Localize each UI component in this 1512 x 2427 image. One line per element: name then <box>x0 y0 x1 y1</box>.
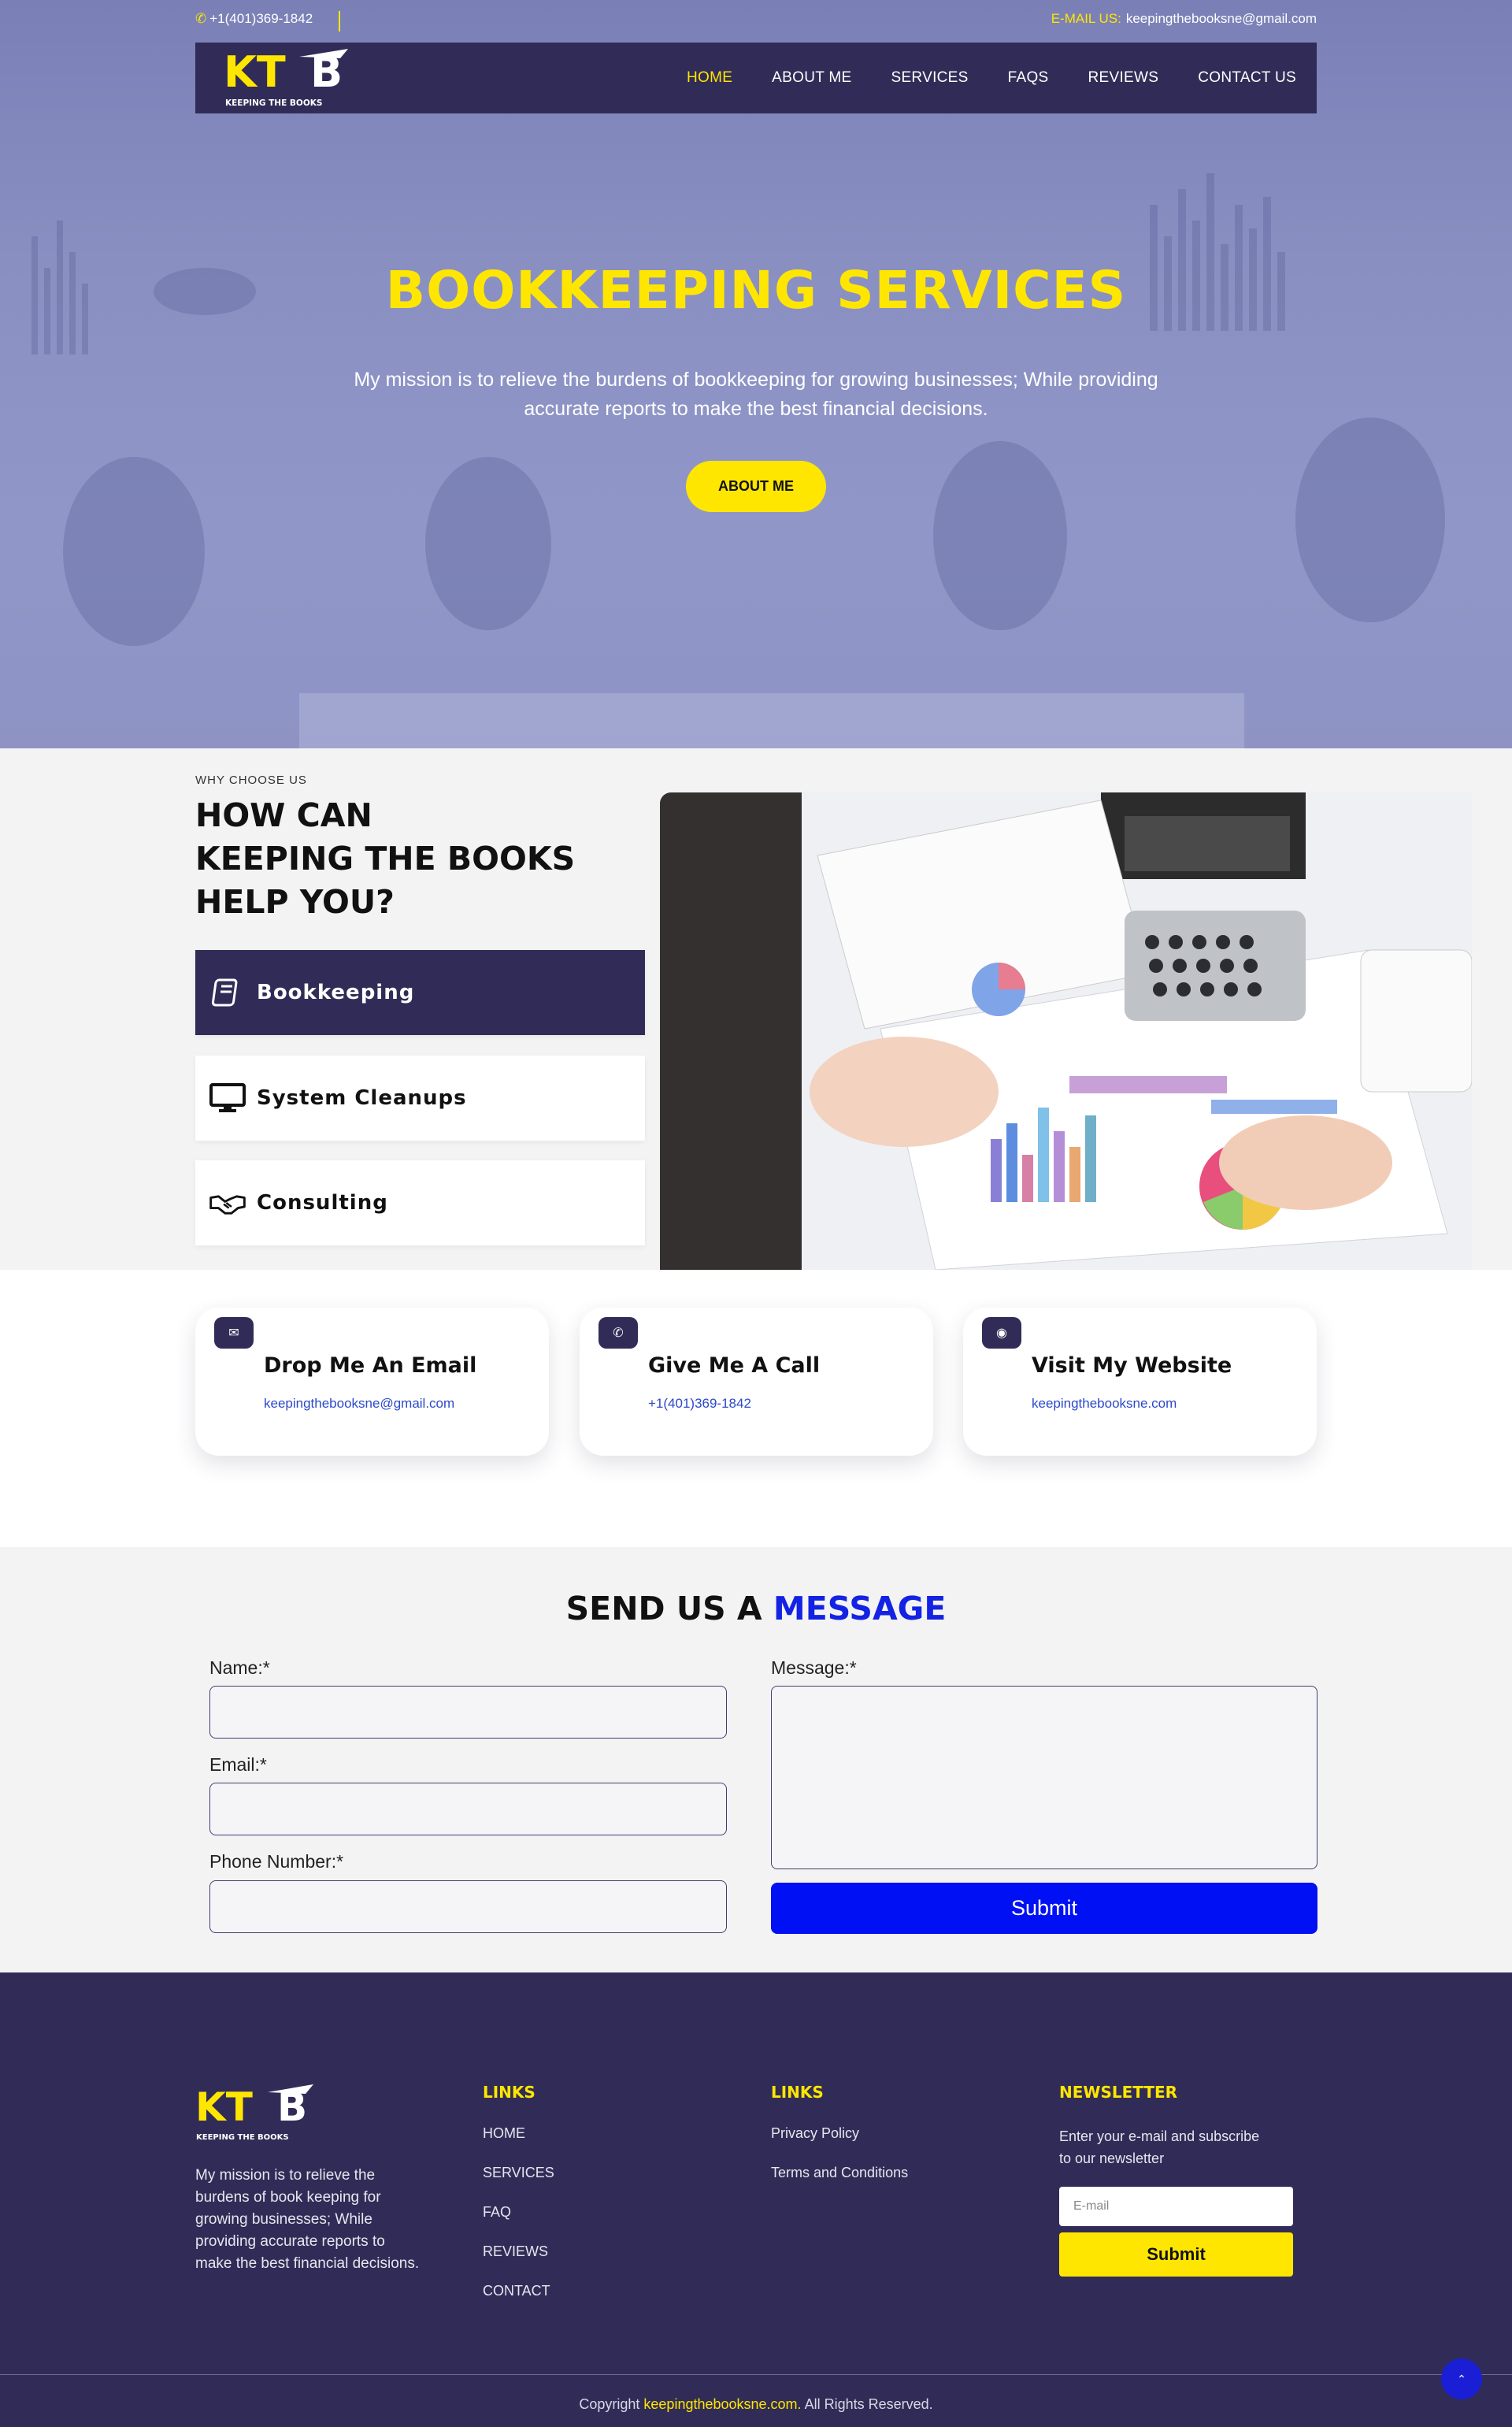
svg-text:KT: KT <box>224 47 286 97</box>
message-textarea[interactable] <box>771 1686 1317 1869</box>
site-logo[interactable]: KT B KEEPING THE BOOKS <box>222 47 356 110</box>
main-navbar: KT B KEEPING THE BOOKS HOME ABOUT ME SER… <box>195 43 1317 113</box>
book-icon <box>209 974 246 1011</box>
scroll-to-top-button[interactable]: ⌃ <box>1441 2358 1482 2399</box>
message-form-section: SEND US A MESSAGE Name:* Email:* Phone N… <box>0 1547 1512 1972</box>
why-title-line3: HELP YOU? <box>195 883 395 921</box>
phone-label: Phone Number:* <box>209 1851 344 1872</box>
topbar-email[interactable]: E-MAIL US: keepingthebooksne@gmail.com <box>1051 11 1317 27</box>
email-card[interactable]: ✉ Drop Me An Email keepingthebooksne@gma… <box>195 1308 549 1456</box>
footer-link-contact[interactable]: CONTACT <box>483 2283 554 2299</box>
email-input[interactable] <box>209 1783 727 1835</box>
phone-card[interactable]: ✆ Give Me A Call +1(401)369-1842 <box>580 1308 933 1456</box>
email-link[interactable]: keepingthebooksne@gmail.com <box>264 1396 454 1412</box>
nav-home[interactable]: HOME <box>687 69 732 87</box>
footer-links-title: LINKS <box>483 2083 536 2102</box>
handshake-icon <box>209 1185 246 1221</box>
footer-divider <box>0 2374 1512 2375</box>
footer-link-terms[interactable]: Terms and Conditions <box>771 2165 908 2181</box>
newsletter-text: Enter your e-mail and subscribe to our n… <box>1059 2128 1260 2166</box>
copyright-site-link[interactable]: keepingthebooksne.com. <box>643 2396 801 2412</box>
newsletter-title: NEWSLETTER <box>1059 2083 1178 2102</box>
copyright-prefix: Copyright <box>579 2396 640 2412</box>
monitor-icon <box>209 1080 246 1116</box>
service-tab-bookkeeping[interactable]: Bookkeeping <box>195 950 645 1035</box>
website-card[interactable]: ◉ Visit My Website keepingthebooksne.com <box>963 1308 1317 1456</box>
service-tab-system-cleanups[interactable]: System Cleanups <box>195 1056 645 1141</box>
site-footer: KT B KEEPING THE BOOKS My mission is to … <box>0 1972 1512 2427</box>
topbar-phone-text: +1(401)369-1842 <box>209 11 313 26</box>
hero-title: BOOKKEEPING SERVICES <box>385 260 1127 321</box>
form-title-highlight: MESSAGE <box>773 1590 947 1627</box>
footer-about: My mission is to relieve the burdens of … <box>195 2167 420 2272</box>
svg-text:KT: KT <box>195 2084 253 2130</box>
phone-link[interactable]: +1(401)369-1842 <box>648 1396 751 1412</box>
website-link[interactable]: keepingthebooksne.com <box>1032 1396 1177 1412</box>
phone-icon: ✆ <box>598 1317 638 1349</box>
hero-subtitle: My mission is to relieve the burdens of … <box>354 369 1158 420</box>
why-choose-us-section: WHY CHOOSE US HOW CAN KEEPING THE BOOKS … <box>0 748 1512 1270</box>
copyright: Copyright keepingthebooksne.com. All Rig… <box>0 2396 1512 2413</box>
nav-services[interactable]: SERVICES <box>891 69 968 87</box>
globe-icon: ◉ <box>982 1317 1021 1349</box>
footer-link-home[interactable]: HOME <box>483 2125 554 2142</box>
message-label: Message:* <box>771 1657 857 1678</box>
topbar-phone[interactable]: ✆ +1(401)369-1842 <box>195 11 313 27</box>
card-title: Visit My Website <box>1032 1353 1232 1378</box>
nav-menu: HOME ABOUT ME SERVICES FAQS REVIEWS CONT… <box>687 43 1296 113</box>
logo-tagline: KEEPING THE BOOKS <box>225 98 322 108</box>
nav-about-me[interactable]: ABOUT ME <box>772 69 851 87</box>
footer-link-privacy[interactable]: Privacy Policy <box>771 2125 908 2142</box>
why-title-line2: KEEPING THE BOOKS <box>195 840 576 878</box>
email-label: Email:* <box>209 1754 267 1775</box>
topbar-email-text: keepingthebooksne@gmail.com <box>1125 11 1317 26</box>
bookkeeping-photo <box>660 792 1472 1270</box>
contact-cards-section: ✉ Drop Me An Email keepingthebooksne@gma… <box>0 1270 1512 1547</box>
footer-links-column: LINKS HOME SERVICES FAQ REVIEWS CONTACT <box>483 2083 554 2322</box>
why-eyebrow: WHY CHOOSE US <box>195 774 307 787</box>
form-title-prefix: SEND US A <box>565 1590 762 1627</box>
footer-link-reviews[interactable]: REVIEWS <box>483 2243 554 2260</box>
about-me-button[interactable]: ABOUT ME <box>686 461 826 512</box>
nav-reviews[interactable]: REVIEWS <box>1088 69 1159 87</box>
hero-section: ✆ +1(401)369-1842 E-MAIL US: keepingtheboo… <box>0 0 1512 748</box>
newsletter-submit-button[interactable]: Submit <box>1059 2232 1293 2277</box>
footer-newsletter-column: NEWSLETTER Enter your e-mail and subscri… <box>1059 2083 1293 2277</box>
service-tab-consulting[interactable]: Consulting <box>195 1160 645 1245</box>
phone-input[interactable] <box>209 1880 727 1933</box>
service-label: Bookkeeping <box>257 981 415 1004</box>
topbar-divider <box>339 11 340 32</box>
why-title-line1: HOW CAN <box>195 796 372 834</box>
copyright-suffix: All Rights Reserved. <box>804 2396 933 2412</box>
card-title: Give Me A Call <box>648 1353 821 1378</box>
form-title: SEND US A MESSAGE <box>0 1590 1512 1627</box>
topbar-email-label: E-MAIL US: <box>1051 11 1121 26</box>
footer-logo[interactable]: KT B KEEPING THE BOOKS <box>195 2083 317 2146</box>
name-label: Name:* <box>209 1657 270 1678</box>
why-title: HOW CAN KEEPING THE BOOKS HELP YOU? <box>195 794 605 924</box>
footer-logo-tagline: KEEPING THE BOOKS <box>196 2133 289 2142</box>
nav-faqs[interactable]: FAQS <box>1008 69 1049 87</box>
footer-links2-title: LINKS <box>771 2083 824 2102</box>
phone-icon: ✆ <box>195 11 207 26</box>
footer-link-faq[interactable]: FAQ <box>483 2204 554 2221</box>
top-bar: ✆ +1(401)369-1842 E-MAIL US: keepingtheboo… <box>195 11 1317 32</box>
service-label: Consulting <box>257 1191 388 1215</box>
card-title: Drop Me An Email <box>264 1353 477 1378</box>
footer-link-services[interactable]: SERVICES <box>483 2165 554 2181</box>
footer-legal-column: LINKS Privacy Policy Terms and Condition… <box>771 2083 908 2204</box>
nav-contact-us[interactable]: CONTACT US <box>1198 69 1296 87</box>
envelope-icon: ✉ <box>214 1317 254 1349</box>
form-submit-button[interactable]: Submit <box>771 1883 1317 1934</box>
chevron-up-icon: ⌃ <box>1457 2372 1466 2385</box>
newsletter-email-input[interactable]: E-mail <box>1059 2187 1293 2226</box>
service-label: System Cleanups <box>257 1086 467 1110</box>
name-input[interactable] <box>209 1686 727 1739</box>
